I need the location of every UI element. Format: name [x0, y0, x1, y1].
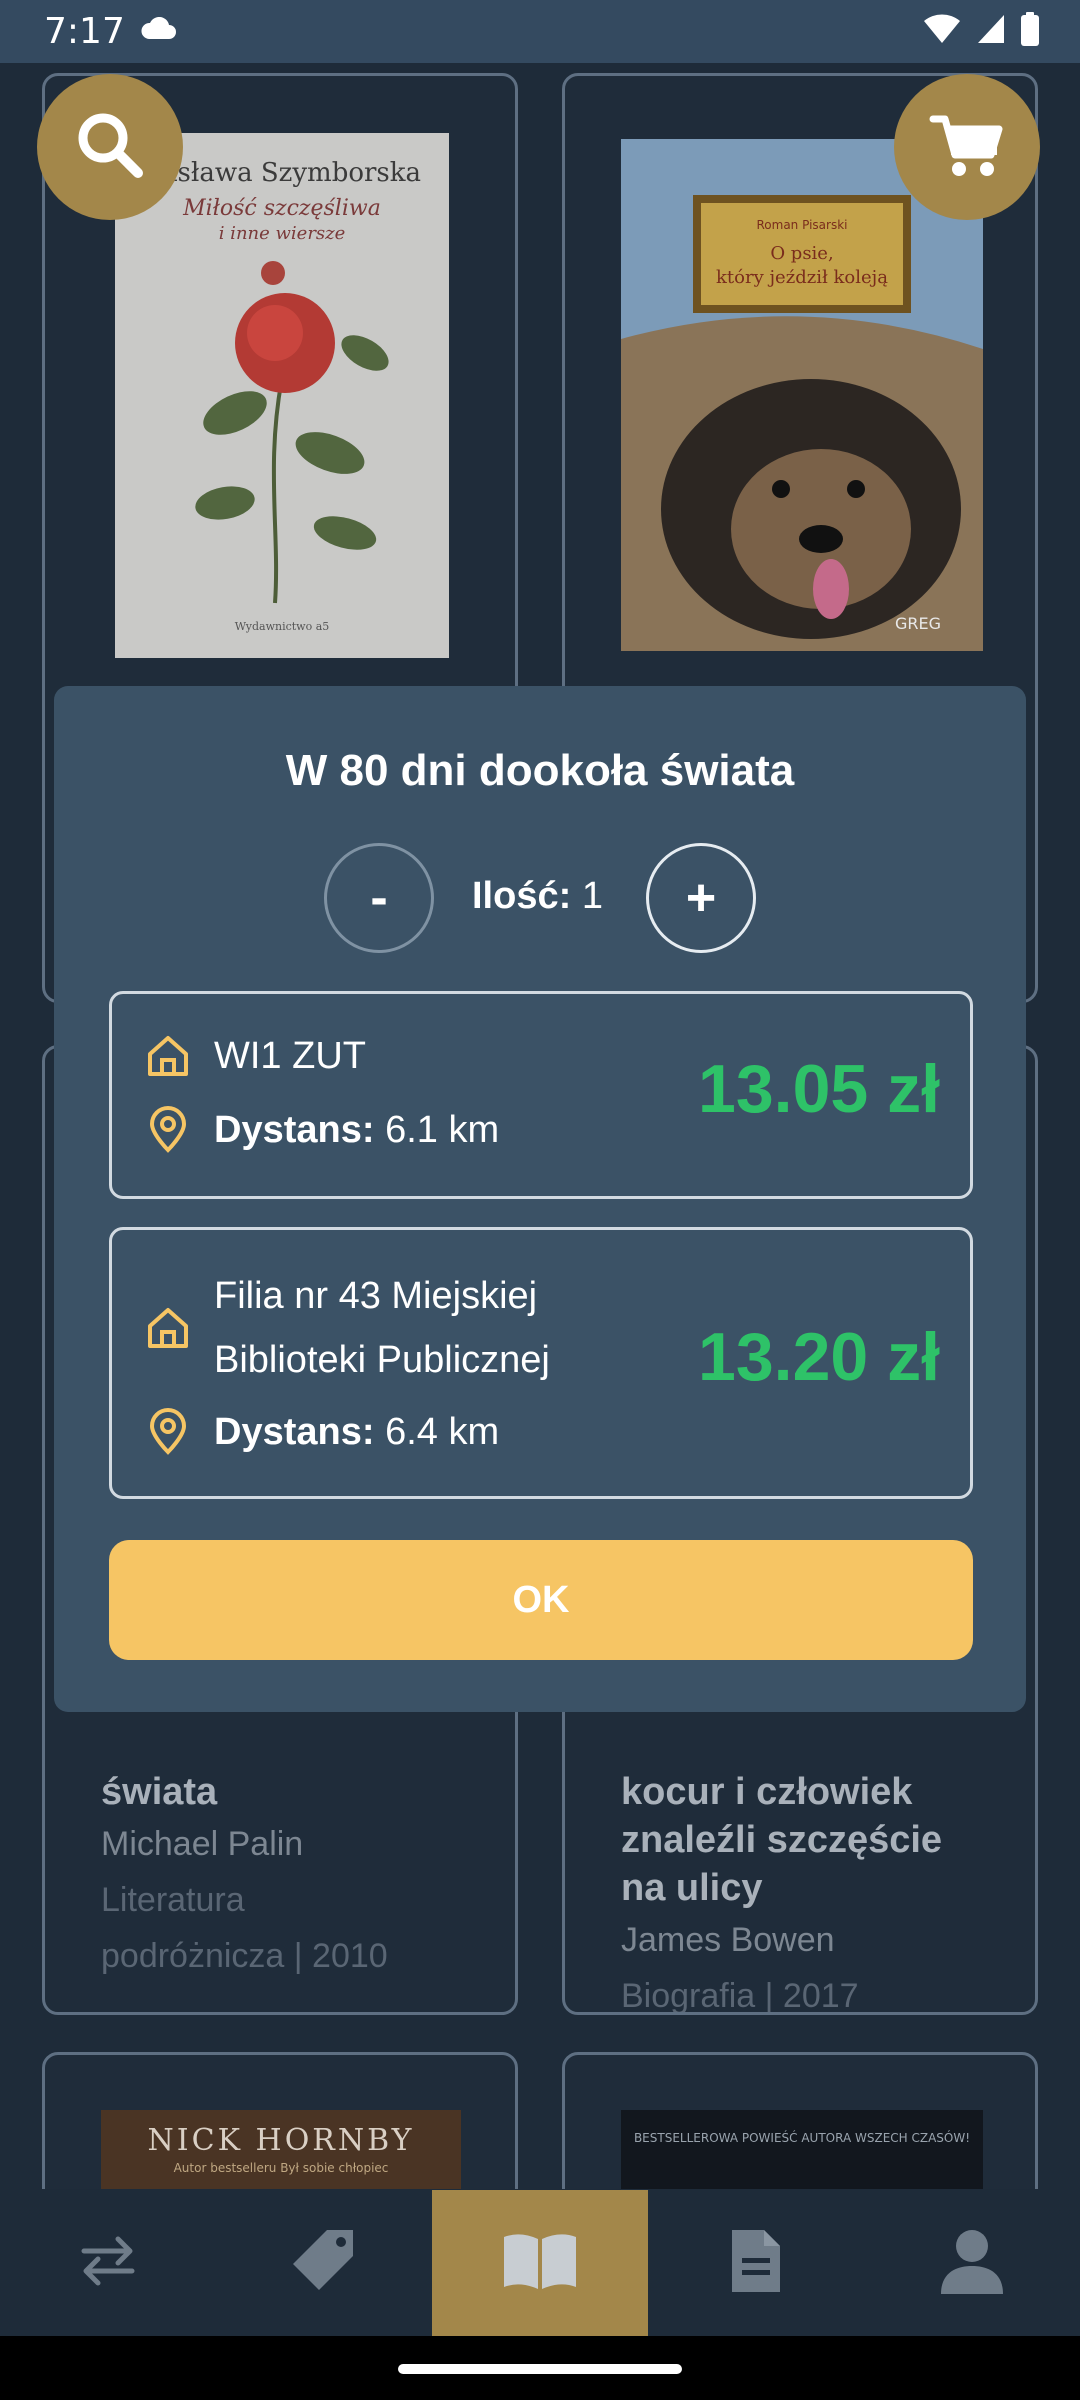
book-title: znaleźli szczęście: [621, 1819, 943, 1861]
tag-icon: [289, 2226, 359, 2301]
bottom-navigation: [0, 2190, 1080, 2336]
nav-documents[interactable]: [648, 2190, 864, 2336]
svg-text:który jeździł koleją: który jeździł koleją: [716, 267, 888, 288]
swap-arrows-icon: [76, 2229, 140, 2298]
dialog-title: W 80 dni dookoła świata: [285, 746, 795, 795]
svg-text:Wydawnictwo a5: Wydawnictwo a5: [235, 620, 330, 633]
gesture-handle[interactable]: [398, 2364, 682, 2374]
distance-text: Dystans: 6.4 km: [214, 1406, 499, 1458]
home-icon: [142, 1030, 194, 1082]
decrement-button[interactable]: -: [324, 843, 434, 953]
library-name: WI1 ZUT: [214, 1035, 366, 1077]
book-cover: Roman Pisarski O psie, który jeździł kol…: [621, 139, 983, 651]
cloud-icon: [139, 16, 177, 46]
distance-label: Dystans:: [214, 1109, 375, 1151]
library-name: Filia nr 43 Miejskiej Biblioteki Publicz…: [214, 1275, 550, 1381]
book-card[interactable]: NICK HORNBY Autor bestselleru Był sobie …: [42, 2052, 518, 2189]
nav-offers[interactable]: [216, 2190, 432, 2336]
open-book-icon: [500, 2229, 580, 2298]
nav-exchange[interactable]: [0, 2190, 216, 2336]
distance-value: 6.4 km: [385, 1411, 500, 1453]
book-cover: NICK HORNBY Autor bestselleru Był sobie …: [101, 2110, 461, 2189]
cart-button[interactable]: [894, 74, 1040, 220]
nav-profile[interactable]: [864, 2190, 1080, 2336]
quantity-stepper: - Ilość: 1 +: [54, 843, 1026, 953]
svg-text:Roman Pisarski: Roman Pisarski: [757, 218, 848, 232]
person-icon: [937, 2226, 1007, 2301]
svg-text:O psie,: O psie,: [770, 243, 833, 264]
location-pin-icon: [142, 1104, 194, 1156]
book-title: na ulicy: [621, 1867, 763, 1909]
status-bar: 7:17: [0, 0, 1080, 63]
book-genre: Literatura: [101, 1881, 245, 1919]
svg-text:GREG: GREG: [895, 614, 941, 633]
purchase-dialog: W 80 dni dookoła świata - Ilość: 1 + WI1…: [54, 686, 1026, 1712]
svg-text:NICK HORNBY: NICK HORNBY: [148, 2123, 415, 2158]
status-time: 7:17: [44, 11, 125, 52]
library-offer[interactable]: Filia nr 43 Miejskiej Biblioteki Publicz…: [109, 1227, 973, 1499]
signal-icon: [976, 13, 1006, 50]
distance-text: Dystans: 6.1 km: [214, 1104, 499, 1156]
book-cover: Wisława Szymborska Miłość szczęśliwa i i…: [115, 133, 449, 658]
ok-button[interactable]: OK: [109, 1540, 973, 1660]
svg-text:BESTSELLEROWA POWIEŚĆ AUTORA W: BESTSELLEROWA POWIEŚĆ AUTORA WSZECH CZAS…: [634, 2130, 970, 2145]
library-offer[interactable]: WI1 ZUT Dystans: 6.1 km 13.05 zł: [109, 991, 973, 1199]
quantity-label: Ilość:: [472, 875, 572, 917]
book-title: kocur i człowiek: [621, 1771, 913, 1813]
search-icon: [70, 105, 150, 190]
book-genre-year: podróżnicza | 2010: [101, 1937, 388, 1975]
document-icon: [728, 2226, 784, 2301]
svg-text:Autor bestselleru Był sobie ch: Autor bestselleru Był sobie chłopiec: [174, 2161, 389, 2175]
book-title: świata: [101, 1771, 218, 1813]
book-genre-year: Biografia | 2017: [621, 1977, 859, 2015]
wifi-icon: [922, 13, 962, 50]
search-button[interactable]: [37, 74, 183, 220]
cart-icon: [927, 105, 1007, 190]
increment-button[interactable]: +: [646, 843, 756, 953]
svg-text:Miłość szczęśliwa: Miłość szczęśliwa: [182, 196, 381, 221]
home-icon: [142, 1302, 194, 1354]
book-author: James Bowen: [621, 1921, 835, 1959]
offer-price: 13.05 zł: [698, 1051, 940, 1127]
book-author: Michael Palin: [101, 1825, 304, 1863]
quantity-display: Ilość: 1: [472, 875, 603, 918]
cover-author-text: Wisława Szymborska: [143, 158, 421, 188]
distance-label: Dystans:: [214, 1411, 375, 1453]
svg-text:i inne wiersze: i inne wiersze: [219, 223, 346, 244]
battery-icon: [1020, 12, 1040, 51]
book-card[interactable]: BESTSELLEROWA POWIEŚĆ AUTORA WSZECH CZAS…: [562, 2052, 1038, 2189]
nav-books[interactable]: [432, 2190, 648, 2336]
quantity-value: 1: [581, 875, 603, 917]
location-pin-icon: [142, 1406, 194, 1458]
distance-value: 6.1 km: [385, 1109, 500, 1151]
book-cover: BESTSELLEROWA POWIEŚĆ AUTORA WSZECH CZAS…: [621, 2110, 983, 2189]
offer-price: 13.20 zł: [698, 1319, 940, 1395]
